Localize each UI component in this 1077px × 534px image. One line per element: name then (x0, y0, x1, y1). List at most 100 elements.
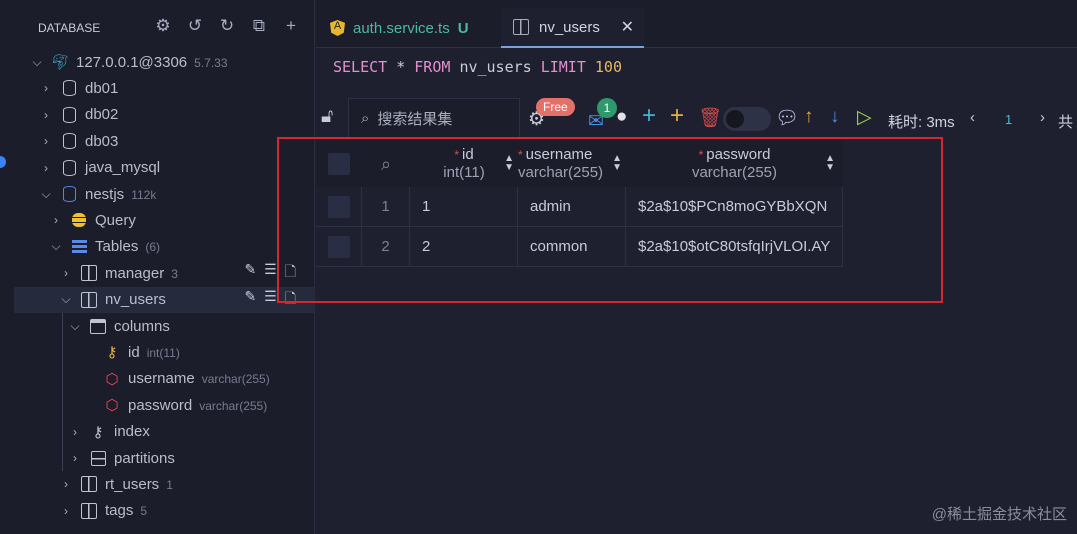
chevron-right-icon[interactable]: › (39, 161, 53, 175)
tree-item-label: Query (95, 211, 136, 229)
table-icon (513, 19, 529, 35)
insert-icon[interactable]: + (670, 102, 684, 130)
activity-indicator (0, 156, 6, 168)
tree-item-java-mysql[interactable]: › java_mysql (14, 155, 314, 181)
chevron-right-icon[interactable]: › (68, 425, 82, 439)
database-sidebar: DATABASE ⚙ ↺ ↻ ⧉ + ⌵ 🐬︎ 127.0.0.1@3306 5.7.… (0, 0, 315, 534)
tree-item-label: id (128, 343, 140, 361)
comment-icon[interactable]: 💬︎ (775, 106, 799, 130)
tree-item-label: password (128, 396, 193, 414)
tree-item-label: Tables (95, 238, 139, 256)
edit-toggle[interactable] (723, 107, 771, 131)
execution-time: 耗时: 3ms (888, 114, 955, 131)
chevron-down-icon[interactable]: ⌵ (39, 187, 53, 202)
tree-item-meta: 5 (140, 504, 148, 519)
tree-item-label: tags (105, 502, 134, 520)
chevron-right-icon[interactable]: › (59, 504, 73, 518)
tree-item-id[interactable]: ⚷ id int(11) (14, 339, 314, 365)
next-page-icon[interactable]: › (1040, 109, 1045, 126)
prev-page-icon[interactable]: ‹ (970, 109, 975, 126)
list-icon[interactable]: ☰ (264, 261, 277, 285)
tree-item-label: columns (114, 317, 170, 335)
tree-item-meta: 3 (171, 266, 178, 281)
tree-item-db03[interactable]: › db03 (14, 128, 314, 154)
chevron-right-icon[interactable]: › (49, 213, 63, 227)
github-icon[interactable]: ● (616, 106, 627, 128)
key-icon: ⚷ (106, 344, 118, 362)
run-icon[interactable]: ▷ (857, 106, 872, 129)
arrow-down-icon[interactable]: ↓ (830, 106, 840, 128)
add-connection-icon[interactable]: + (280, 16, 302, 36)
chevron-down-icon[interactable]: ⌵ (59, 292, 73, 307)
delete-icon[interactable]: 🗑︎ (698, 106, 722, 130)
database-icon (60, 106, 78, 124)
index-key-icon: ⚷ (92, 423, 104, 441)
database-icon (60, 79, 78, 97)
tree-item-index[interactable]: › ⚷ index (14, 419, 314, 445)
tree-item-label: nestjs (85, 185, 125, 203)
tree-item-rt-users[interactable]: › rt_users 1 (14, 471, 314, 497)
chevron-right-icon[interactable]: › (39, 134, 53, 148)
chevron-down-icon[interactable]: ⌵ (30, 55, 44, 70)
mysql-icon: 🐬︎ (50, 54, 70, 71)
chevron-down-icon[interactable]: ⌵ (49, 239, 63, 254)
tree-item-columns[interactable]: ⌵ columns (14, 313, 314, 339)
edit-icon[interactable]: ✎ (244, 288, 256, 312)
chevron-right-icon[interactable]: › (59, 266, 73, 280)
tree-item-tags[interactable]: › tags 5 (14, 498, 314, 524)
tree-item-manager[interactable]: › manager 3 ✎ ☰ 🗋 (14, 260, 314, 286)
partitions-icon (89, 449, 107, 467)
collapse-all-icon[interactable]: ⧉ (248, 16, 270, 36)
tab-nv-users[interactable]: nv_users ✕ (501, 8, 644, 48)
tree-item-label: db02 (85, 106, 119, 124)
tree-item-meta: varchar(255) (199, 398, 268, 413)
table-icon (80, 291, 98, 309)
notification-count: 1 (597, 98, 617, 118)
tree-item-partitions[interactable]: › partitions (14, 445, 314, 471)
angular-icon: A (330, 20, 345, 36)
editor-tabs: A auth.service.ts U nv_users ✕ (316, 0, 1077, 48)
watermark: @稀土掘金技术社区 (931, 506, 1067, 523)
table-icon (80, 264, 98, 282)
refresh-icon[interactable]: ↻ (216, 16, 238, 36)
column-icon: ⬡ (105, 370, 119, 388)
sidebar-title: DATABASE (38, 21, 101, 35)
close-icon[interactable]: ✕ (621, 17, 634, 37)
tree-item-127-0-0-1-3306[interactable]: ⌵ 🐬︎ 127.0.0.1@3306 5.7.33 (14, 49, 314, 75)
tree-item-meta: int(11) (146, 345, 180, 360)
tab-auth-service[interactable]: A auth.service.ts U (330, 8, 469, 48)
tree-item-tables[interactable]: ⌵ Tables (6) (14, 234, 314, 260)
chevron-right-icon[interactable]: › (59, 477, 73, 491)
history-icon[interactable]: ↺ (184, 16, 206, 36)
chevron-right-icon[interactable]: › (39, 81, 53, 95)
tree-item-db02[interactable]: › db02 (14, 102, 314, 128)
add-icon[interactable]: + (642, 102, 656, 130)
tree-item-label: db03 (85, 132, 119, 150)
chevron-down-icon[interactable]: ⌵ (68, 319, 82, 334)
sql-editor[interactable]: SELECT * FROM nv_users LIMIT 100 (333, 58, 622, 76)
tree-item-meta: 112k (131, 187, 157, 202)
tree-item-label: username (128, 370, 195, 388)
list-icon[interactable]: ☰ (264, 288, 277, 312)
lock-icon[interactable]: 🔓︎ (321, 106, 333, 128)
columns-icon (89, 317, 107, 335)
chevron-right-icon[interactable]: › (68, 451, 82, 465)
tree-item-db01[interactable]: › db01 (14, 75, 314, 101)
result-search-input[interactable]: ⌕ 搜索结果集 (348, 98, 520, 138)
page-number[interactable]: 1 (1005, 112, 1012, 127)
arrow-up-icon[interactable]: ↑ (804, 106, 814, 128)
table-icon (80, 502, 98, 520)
tree-item-username[interactable]: ⬡ username varchar(255) (14, 366, 314, 392)
edit-icon[interactable]: ✎ (244, 261, 256, 285)
tree-item-password[interactable]: ⬡ password varchar(255) (14, 392, 314, 418)
tree-item-nestjs[interactable]: ⌵ nestjs 112k (14, 181, 314, 207)
tree-item-nv-users[interactable]: ⌵ nv_users ✎ ☰ 🗋 (14, 286, 314, 313)
database-icon (60, 132, 78, 150)
tree-item-query[interactable]: › Query (14, 207, 314, 233)
chevron-right-icon[interactable]: › (39, 108, 53, 122)
tree-item-label: nv_users (105, 291, 166, 309)
tree-item-label: manager (105, 264, 165, 282)
total-label: 共 (1058, 114, 1074, 131)
settings-icon[interactable]: ⚙ (152, 16, 174, 36)
database-active-icon (60, 185, 78, 203)
